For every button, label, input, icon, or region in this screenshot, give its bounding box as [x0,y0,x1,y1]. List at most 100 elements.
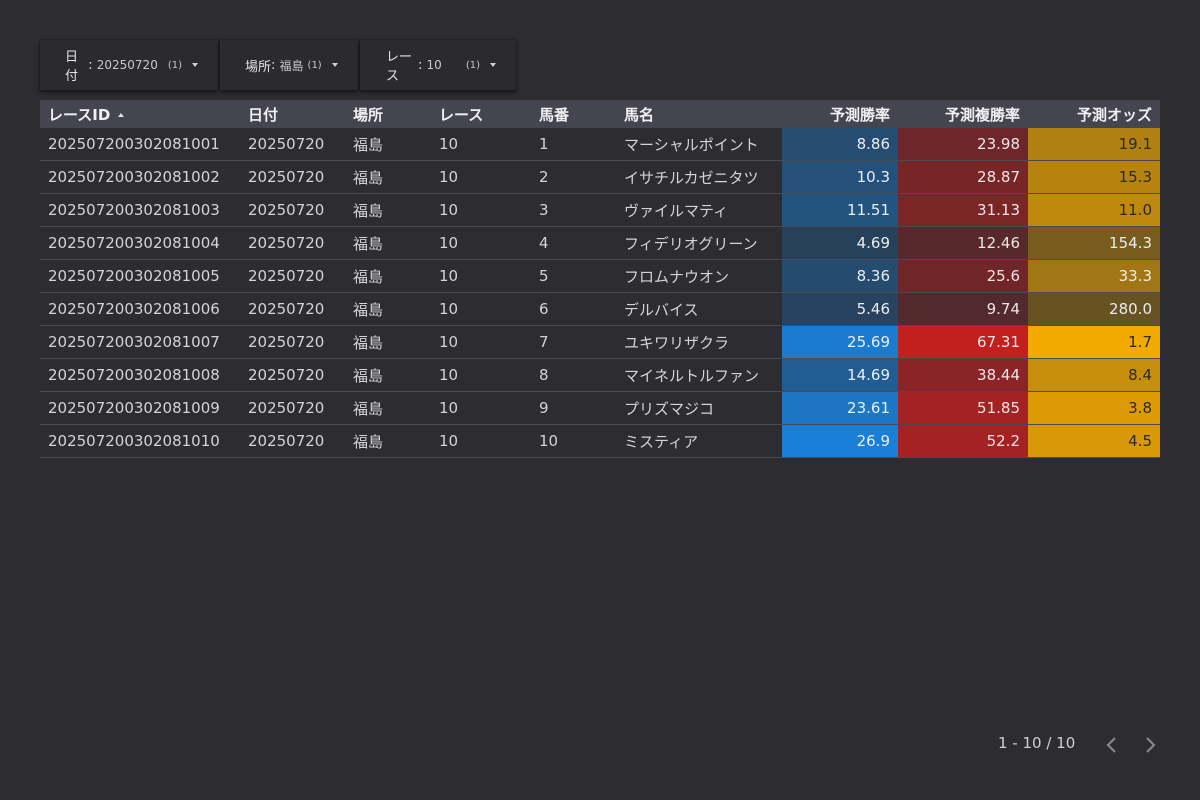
cell-place: 福島 [345,391,431,425]
cell-win-rate: 14.69 [782,358,898,392]
date-filter-value: 20250720 [96,58,158,72]
cell-horse-number: 6 [531,292,616,326]
cell-horse-name: マーシャルポイント [616,128,782,161]
column-header-horse-number[interactable]: 馬番 [531,100,616,128]
cell-horse-number: 3 [531,193,616,227]
cell-date: 20250720 [240,292,345,326]
cell-horse-name: フロムナウオン [616,259,782,293]
cell-date: 20250720 [240,424,345,458]
cell-race: 10 [431,424,531,458]
cell-place-rate: 52.2 [898,424,1028,458]
table-header-row: レースID 日付 場所 レース 馬番 馬名 予測勝率 予測複勝率 予測オッズ [40,100,1160,128]
table-row[interactable]: 202507200302081010 20250720 福島 10 10 ミスティア 26.… [40,424,1160,458]
dropdown-caret-icon [490,63,496,67]
dropdown-caret-icon [331,63,338,67]
table-row[interactable]: 202507200302081001 20250720 福島 10 1 マーシャルポイント… [40,128,1160,161]
column-header-race-id[interactable]: レースID [40,100,240,128]
place-filter-count: (1) [307,59,322,71]
cell-date: 20250720 [240,193,345,227]
column-header-place[interactable]: 場所 [345,100,431,128]
table-row[interactable]: 202507200302081007 20250720 福島 10 7 ユキワリザクラ 25… [40,325,1160,359]
cell-race-id: 202507200302081010 [40,424,240,458]
race-filter-label: レース [386,50,413,84]
cell-place: 福島 [345,292,431,326]
cell-race: 10 [431,325,531,359]
cell-race-id: 202507200302081009 [40,391,240,425]
table-row[interactable]: 202507200302081002 20250720 福島 10 2 イサチルカゼニタツ… [40,160,1160,194]
column-header-horse-name[interactable]: 馬名 [616,100,782,128]
cell-horse-number: 1 [531,128,616,161]
cell-odds: 15.3 [1028,160,1160,194]
cell-odds: 4.5 [1028,424,1160,458]
race-filter-value: 10 [426,58,442,72]
table-row[interactable]: 202507200302081003 20250720 福島 10 3 ヴァイルマティ 11… [40,193,1160,227]
cell-race: 10 [431,226,531,260]
cell-place-rate: 23.98 [898,128,1028,161]
column-header-win-rate[interactable]: 予測勝率 [782,100,898,128]
cell-odds: 8.4 [1028,358,1160,392]
place-filter[interactable]: 場所: 福島 (1) [220,40,358,90]
cell-race-id: 202507200302081007 [40,325,240,359]
cell-win-rate: 25.69 [782,325,898,359]
cell-date: 20250720 [240,128,345,161]
cell-horse-name: ユキワリザクラ [616,325,782,359]
table-row[interactable]: 202507200302081006 20250720 福島 10 6 デルバイス 5.46… [40,292,1160,326]
cell-win-rate: 26.9 [782,424,898,458]
race-filter[interactable]: レース: 10 (1) [360,40,516,90]
cell-odds: 19.1 [1028,128,1160,161]
cell-place-rate: 12.46 [898,226,1028,260]
cell-place-rate: 9.74 [898,292,1028,326]
cell-place-rate: 51.85 [898,391,1028,425]
cell-odds: 1.7 [1028,325,1160,359]
cell-race-id: 202507200302081008 [40,358,240,392]
cell-horse-name: デルバイス [616,292,782,326]
pagination: 1 - 10 / 10 [998,734,1157,753]
cell-horse-name: マイネルトルファン [616,358,782,392]
cell-horse-number: 4 [531,226,616,260]
cell-horse-name: イサチルカゼニタツ [616,160,782,194]
cell-odds: 3.8 [1028,391,1160,425]
cell-race: 10 [431,259,531,293]
cell-place-rate: 67.31 [898,325,1028,359]
cell-win-rate: 8.86 [782,128,898,161]
column-header-place-rate[interactable]: 予測複勝率 [898,100,1028,128]
date-filter[interactable]: 日付: 20250720 (1) [40,40,218,90]
cell-race: 10 [431,193,531,227]
cell-horse-number: 2 [531,160,616,194]
chevron-right-icon[interactable] [1143,736,1157,753]
cell-win-rate: 4.69 [782,226,898,260]
cell-date: 20250720 [240,358,345,392]
dropdown-caret-icon [192,63,198,67]
cell-odds: 11.0 [1028,193,1160,227]
cell-horse-name: プリズマジコ [616,391,782,425]
table-row[interactable]: 202507200302081004 20250720 福島 10 4 フィデリオグリーン… [40,226,1160,260]
cell-place: 福島 [345,160,431,194]
pagination-range: 1 - 10 / 10 [998,734,1076,752]
column-header-race[interactable]: レース [431,100,531,128]
prediction-table: レースID 日付 場所 レース 馬番 馬名 予測勝率 予測複勝率 予測オッズ 2… [40,100,1160,458]
date-filter-count: (1) [167,59,182,71]
cell-horse-number: 9 [531,391,616,425]
column-header-odds[interactable]: 予測オッズ [1028,100,1160,128]
table-row[interactable]: 202507200302081005 20250720 福島 10 5 フロムナウオン 8.… [40,259,1160,293]
cell-race: 10 [431,391,531,425]
cell-date: 20250720 [240,391,345,425]
cell-race: 10 [431,160,531,194]
cell-race: 10 [431,128,531,161]
cell-race-id: 202507200302081001 [40,128,240,161]
cell-date: 20250720 [240,226,345,260]
cell-win-rate: 5.46 [782,292,898,326]
cell-place: 福島 [345,226,431,260]
cell-place: 福島 [345,259,431,293]
column-header-date[interactable]: 日付 [240,100,345,128]
cell-odds: 280.0 [1028,292,1160,326]
cell-place: 福島 [345,193,431,227]
cell-horse-number: 10 [531,424,616,458]
cell-horse-name: ヴァイルマティ [616,193,782,227]
table-row[interactable]: 202507200302081009 20250720 福島 10 9 プリズマジコ 23.… [40,391,1160,425]
table-row[interactable]: 202507200302081008 20250720 福島 10 8 マイネルトルファン… [40,358,1160,392]
place-filter-value: 福島 [279,58,304,73]
cell-win-rate: 10.3 [782,160,898,194]
cell-horse-name: ミスティア [616,424,782,458]
chevron-left-icon[interactable] [1105,736,1119,753]
